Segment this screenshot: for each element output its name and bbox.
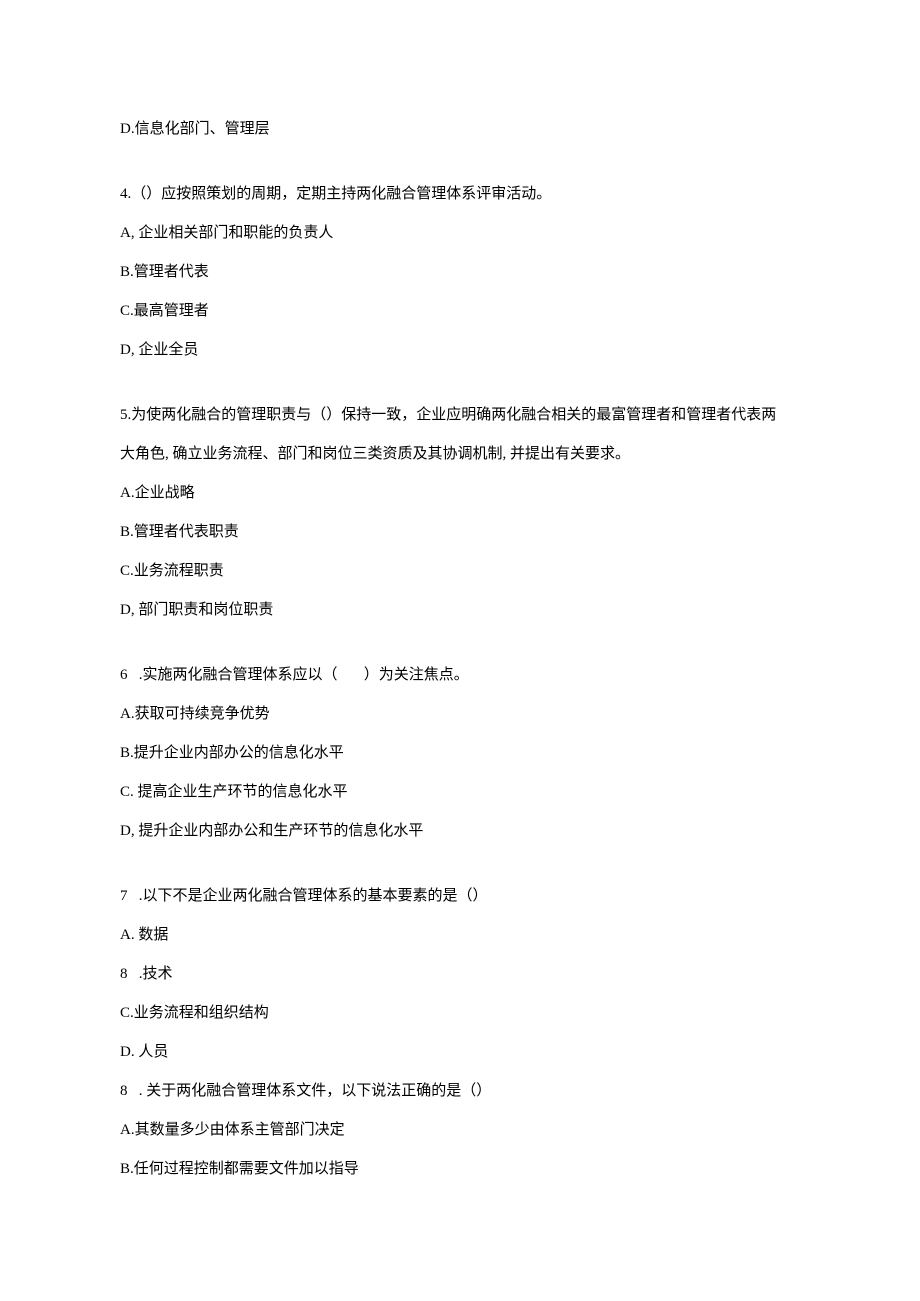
text-line: A.获取可持续竞争优势 bbox=[120, 695, 800, 734]
text-line: D, 提升企业内部办公和生产环节的信息化水平 bbox=[120, 812, 800, 851]
text-line: B.任何过程控制都需要文件加以指导 bbox=[120, 1150, 800, 1189]
question-block: D.信息化部门、管理层 bbox=[120, 110, 800, 149]
text-line: 大角色, 确立业务流程、部门和岗位三类资质及其协调机制, 并提出有关要求。 bbox=[120, 435, 800, 474]
text-line: D. 人员 bbox=[120, 1033, 800, 1072]
text-line: 4.（）应按照策划的周期，定期主持两化融合管理体系评审活动。 bbox=[120, 175, 800, 214]
text-line: D.信息化部门、管理层 bbox=[120, 110, 800, 149]
text-line: D, 企业全员 bbox=[120, 331, 800, 370]
text-line: B.管理者代表 bbox=[120, 253, 800, 292]
text-line: A.其数量多少由体系主管部门决定 bbox=[120, 1111, 800, 1150]
question-block: 4.（）应按照策划的周期，定期主持两化融合管理体系评审活动。A, 企业相关部门和… bbox=[120, 175, 800, 370]
text-line: B.管理者代表职责 bbox=[120, 513, 800, 552]
text-line: C.最高管理者 bbox=[120, 292, 800, 331]
text-line: D, 部门职责和岗位职责 bbox=[120, 591, 800, 630]
text-line: 6 .实施两化融合管理体系应以（ ）为关注焦点。 bbox=[120, 656, 800, 695]
text-line: 8 .技术 bbox=[120, 955, 800, 994]
text-line: C.业务流程职责 bbox=[120, 552, 800, 591]
text-line: A. 数据 bbox=[120, 916, 800, 955]
text-line: 5.为使两化融合的管理职责与（）保持一致，企业应明确两化融合相关的最富管理者和管… bbox=[120, 396, 800, 435]
question-block: 6 .实施两化融合管理体系应以（ ）为关注焦点。A.获取可持续竞争优势B.提升企… bbox=[120, 656, 800, 851]
text-line: A, 企业相关部门和职能的负责人 bbox=[120, 214, 800, 253]
question-block: 5.为使两化融合的管理职责与（）保持一致，企业应明确两化融合相关的最富管理者和管… bbox=[120, 396, 800, 630]
text-line: A.企业战略 bbox=[120, 474, 800, 513]
text-line: 8 . 关于两化融合管理体系文件，以下说法正确的是（） bbox=[120, 1072, 800, 1111]
text-line: 7 .以下不是企业两化融合管理体系的基本要素的是（） bbox=[120, 877, 800, 916]
text-line: C.业务流程和组织结构 bbox=[120, 994, 800, 1033]
document-page: D.信息化部门、管理层 4.（）应按照策划的周期，定期主持两化融合管理体系评审活动… bbox=[0, 0, 920, 1249]
text-line: C. 提高企业生产环节的信息化水平 bbox=[120, 773, 800, 812]
question-block: 7 .以下不是企业两化融合管理体系的基本要素的是（）A. 数据8 .技术C.业务… bbox=[120, 877, 800, 1189]
text-line: B.提升企业内部办公的信息化水平 bbox=[120, 734, 800, 773]
